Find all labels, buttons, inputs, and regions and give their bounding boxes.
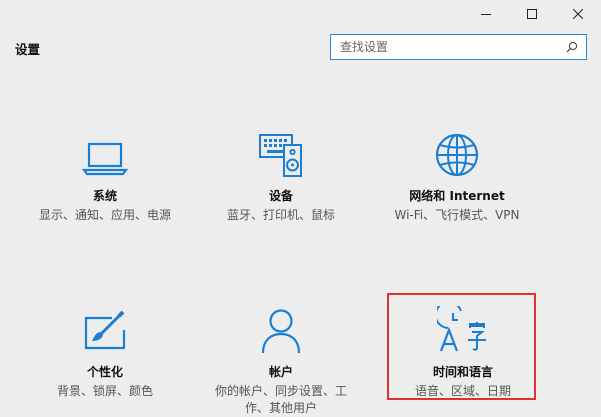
globe-icon	[382, 126, 532, 178]
tile-time-language-desc: 语音、区域、日期	[414, 384, 511, 398]
search-box[interactable]	[330, 34, 587, 60]
search-icon[interactable]	[562, 36, 582, 58]
paint-brush-icon	[30, 302, 180, 354]
page-title: 设置	[15, 42, 41, 57]
person-icon	[206, 302, 356, 354]
tile-network[interactable]: 网络和 Internet Wi-Fi、飞行模式、VPN	[382, 126, 532, 224]
tile-time-language[interactable]: 时间和语言 语音、区域、日期	[388, 302, 538, 400]
maximize-icon	[527, 9, 537, 19]
tile-accounts[interactable]: 帐户 你的帐户、同步设置、工作、其他用户	[206, 302, 356, 417]
search-input[interactable]	[331, 36, 562, 58]
tile-devices-name: 设备	[268, 189, 293, 203]
tile-system[interactable]: 系统 显示、通知、应用、电源	[30, 126, 180, 224]
tile-devices-desc: 蓝牙、打印机、鼠标	[226, 208, 335, 222]
tile-personalization-name: 个性化	[86, 365, 123, 379]
tile-network-desc: Wi-Fi、飞行模式、VPN	[394, 208, 520, 222]
tile-devices[interactable]: 设备 蓝牙、打印机、鼠标	[206, 126, 356, 224]
laptop-icon	[30, 126, 180, 178]
minimize-icon	[481, 14, 491, 15]
caption-buttons	[463, 0, 601, 28]
minimize-button[interactable]	[463, 0, 509, 28]
tile-network-name: 网络和 Internet	[409, 189, 505, 203]
keyboard-speaker-icon	[206, 126, 356, 178]
close-button[interactable]	[555, 0, 601, 28]
time-language-icon	[388, 302, 538, 354]
tile-personalization[interactable]: 个性化 背景、锁屏、颜色	[30, 302, 180, 400]
settings-window: 设置 系统 显示、通知、应用、电源	[0, 0, 601, 415]
tile-system-desc: 显示、通知、应用、电源	[38, 208, 171, 222]
tile-system-name: 系统	[92, 189, 117, 203]
close-icon	[573, 9, 583, 19]
tile-accounts-name: 帐户	[268, 365, 293, 379]
tile-personalization-desc: 背景、锁屏、颜色	[56, 384, 153, 398]
maximize-button[interactable]	[509, 0, 555, 28]
tile-time-language-name: 时间和语言	[432, 365, 493, 379]
